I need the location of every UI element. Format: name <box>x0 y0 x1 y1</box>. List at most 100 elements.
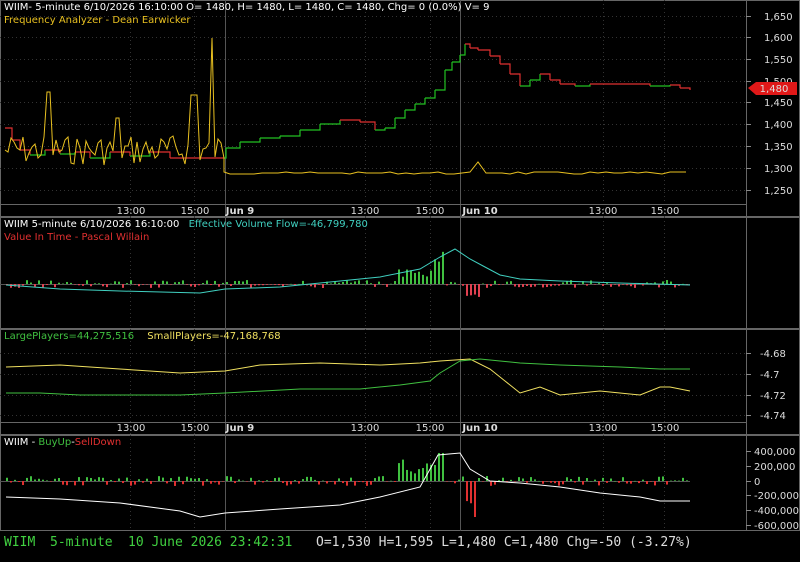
buy-sell-bar <box>270 481 272 482</box>
time-axis-label: 15:00 <box>181 423 210 434</box>
buyup-selldown-chart[interactable]: 400,000 200,000 0 -200,000 -400,000 -600,000 <box>0 435 800 531</box>
volume-bar <box>198 284 200 286</box>
selldown-label: SellDown <box>74 437 122 448</box>
volume-bar <box>454 282 456 284</box>
players-panel[interactable]: -4.68 -4.7 -4.72 -4.74 13:00 15:00 Jun 9 13:00 1… <box>0 329 800 435</box>
price-step <box>360 121 376 130</box>
volume-bar <box>82 284 84 286</box>
buy-sell-bar <box>550 481 552 483</box>
price-step <box>510 73 521 86</box>
price-step <box>415 98 426 105</box>
frequency-analyzer-label: Frequency Analyzer - Dean Earwicker <box>4 15 191 26</box>
players-chart[interactable]: -4.68 -4.7 -4.72 -4.74 13:00 15:00 Jun 9 13:00 1… <box>0 329 800 435</box>
volume-bar <box>282 284 284 287</box>
buy-sell-bar <box>58 478 60 481</box>
time-axis-label: 15:00 <box>416 423 445 434</box>
buy-sell-bar <box>158 476 160 481</box>
status-interval: 5-minute <box>50 535 113 550</box>
volume-flow-panel[interactable]: WIIM 5-minute 6/10/2026 16:10:00 Effecti… <box>0 217 800 329</box>
volume-bar <box>322 284 324 288</box>
buy-sell-bar <box>90 477 92 481</box>
buy-sell-bar <box>102 477 104 481</box>
price-step <box>405 104 416 111</box>
small-players-label: SmallPlayers=-47,168,768 <box>147 331 281 342</box>
time-axis-label: Jun 9 <box>225 423 254 434</box>
buy-sell-bar <box>390 480 392 482</box>
buyup-selldown-panel[interactable]: 400,000 200,000 0 -200,000 -400,000 -600,000 … <box>0 435 800 531</box>
buy-sell-bar <box>154 481 156 482</box>
buy-sell-bar <box>354 481 356 486</box>
volume-bar <box>642 284 644 286</box>
volume-bar <box>506 281 508 284</box>
buy-sell-bar <box>362 481 364 483</box>
buy-sell-bar <box>630 481 632 484</box>
volume-bar <box>274 284 276 285</box>
volume-bar <box>186 284 188 285</box>
volume-bar <box>50 280 52 284</box>
price-step <box>470 47 479 50</box>
volume-bar <box>342 281 344 284</box>
y-tick-label: 1,350 <box>764 142 793 153</box>
buy-sell-bar <box>150 481 152 484</box>
volume-bar <box>430 270 432 284</box>
y-tick-label: 1,550 <box>764 55 793 66</box>
volume-bar <box>290 283 292 285</box>
buy-sell-bar <box>70 481 72 482</box>
price-chart[interactable]: 1,6501,6001,5501,5001,4501,4001,3501,300… <box>0 0 800 217</box>
volume-bar <box>74 284 76 285</box>
buy-sell-bar <box>94 479 96 481</box>
buy-sell-bar <box>650 481 652 482</box>
buy-sell-bar <box>478 478 480 481</box>
price-step <box>375 128 386 131</box>
volume-bar <box>286 284 288 285</box>
volume-bar <box>362 283 364 285</box>
volume-bar <box>222 282 224 284</box>
volume-bar <box>42 284 44 288</box>
y-tick-label: -600,000 <box>754 521 799 531</box>
buy-sell-bar <box>638 481 640 484</box>
buy-sell-bar <box>174 481 176 486</box>
buy-sell-bar <box>554 481 556 484</box>
volume-bar <box>246 280 248 284</box>
price-step <box>560 83 576 86</box>
volume-bar <box>86 280 88 284</box>
volume-bar <box>194 284 196 287</box>
time-axis-label: 15:00 <box>181 206 210 217</box>
time-axis-label: Jun 10 <box>461 206 497 217</box>
volume-bar <box>662 281 664 284</box>
price-panel[interactable]: 1,6501,6001,5501,5001,4501,4001,3501,300… <box>0 0 800 217</box>
buy-sell-bar <box>86 477 88 481</box>
buy-sell-bar <box>658 476 660 481</box>
buy-sell-bar <box>246 481 248 482</box>
buy-sell-bar <box>474 481 476 517</box>
buy-sell-bar <box>298 481 300 484</box>
buy-sell-bar <box>534 479 536 481</box>
volume-bar <box>550 284 552 287</box>
volume-bar <box>610 284 612 287</box>
volume-bar <box>262 284 264 286</box>
volume-bar <box>238 280 240 284</box>
volume-bar <box>90 284 92 287</box>
volume-bar <box>534 284 536 287</box>
volume-bar <box>602 284 604 286</box>
buy-sell-bar <box>398 463 400 481</box>
buy-sell-bar <box>598 481 600 486</box>
volume-bar <box>138 284 140 287</box>
buy-sell-bar <box>622 477 624 481</box>
time-axis-label: 13:00 <box>351 206 380 217</box>
buy-sell-bar <box>234 481 236 484</box>
buy-sell-bar <box>546 481 548 482</box>
buy-sell-bar <box>334 481 336 485</box>
time-axis-label: 15:00 <box>651 423 680 434</box>
buy-sell-bar <box>422 468 424 481</box>
y-tick-label: 0 <box>754 477 760 488</box>
buy-sell-bar <box>262 481 264 483</box>
buy-sell-bar <box>214 481 216 483</box>
buy-sell-bar <box>326 481 328 484</box>
buy-sell-bar <box>254 481 256 485</box>
volume-bar <box>586 284 588 286</box>
time-axis-label: Jun 9 <box>225 206 254 217</box>
volume-bar <box>182 280 184 284</box>
volume-bar <box>242 281 244 284</box>
volume-bar <box>606 283 608 284</box>
